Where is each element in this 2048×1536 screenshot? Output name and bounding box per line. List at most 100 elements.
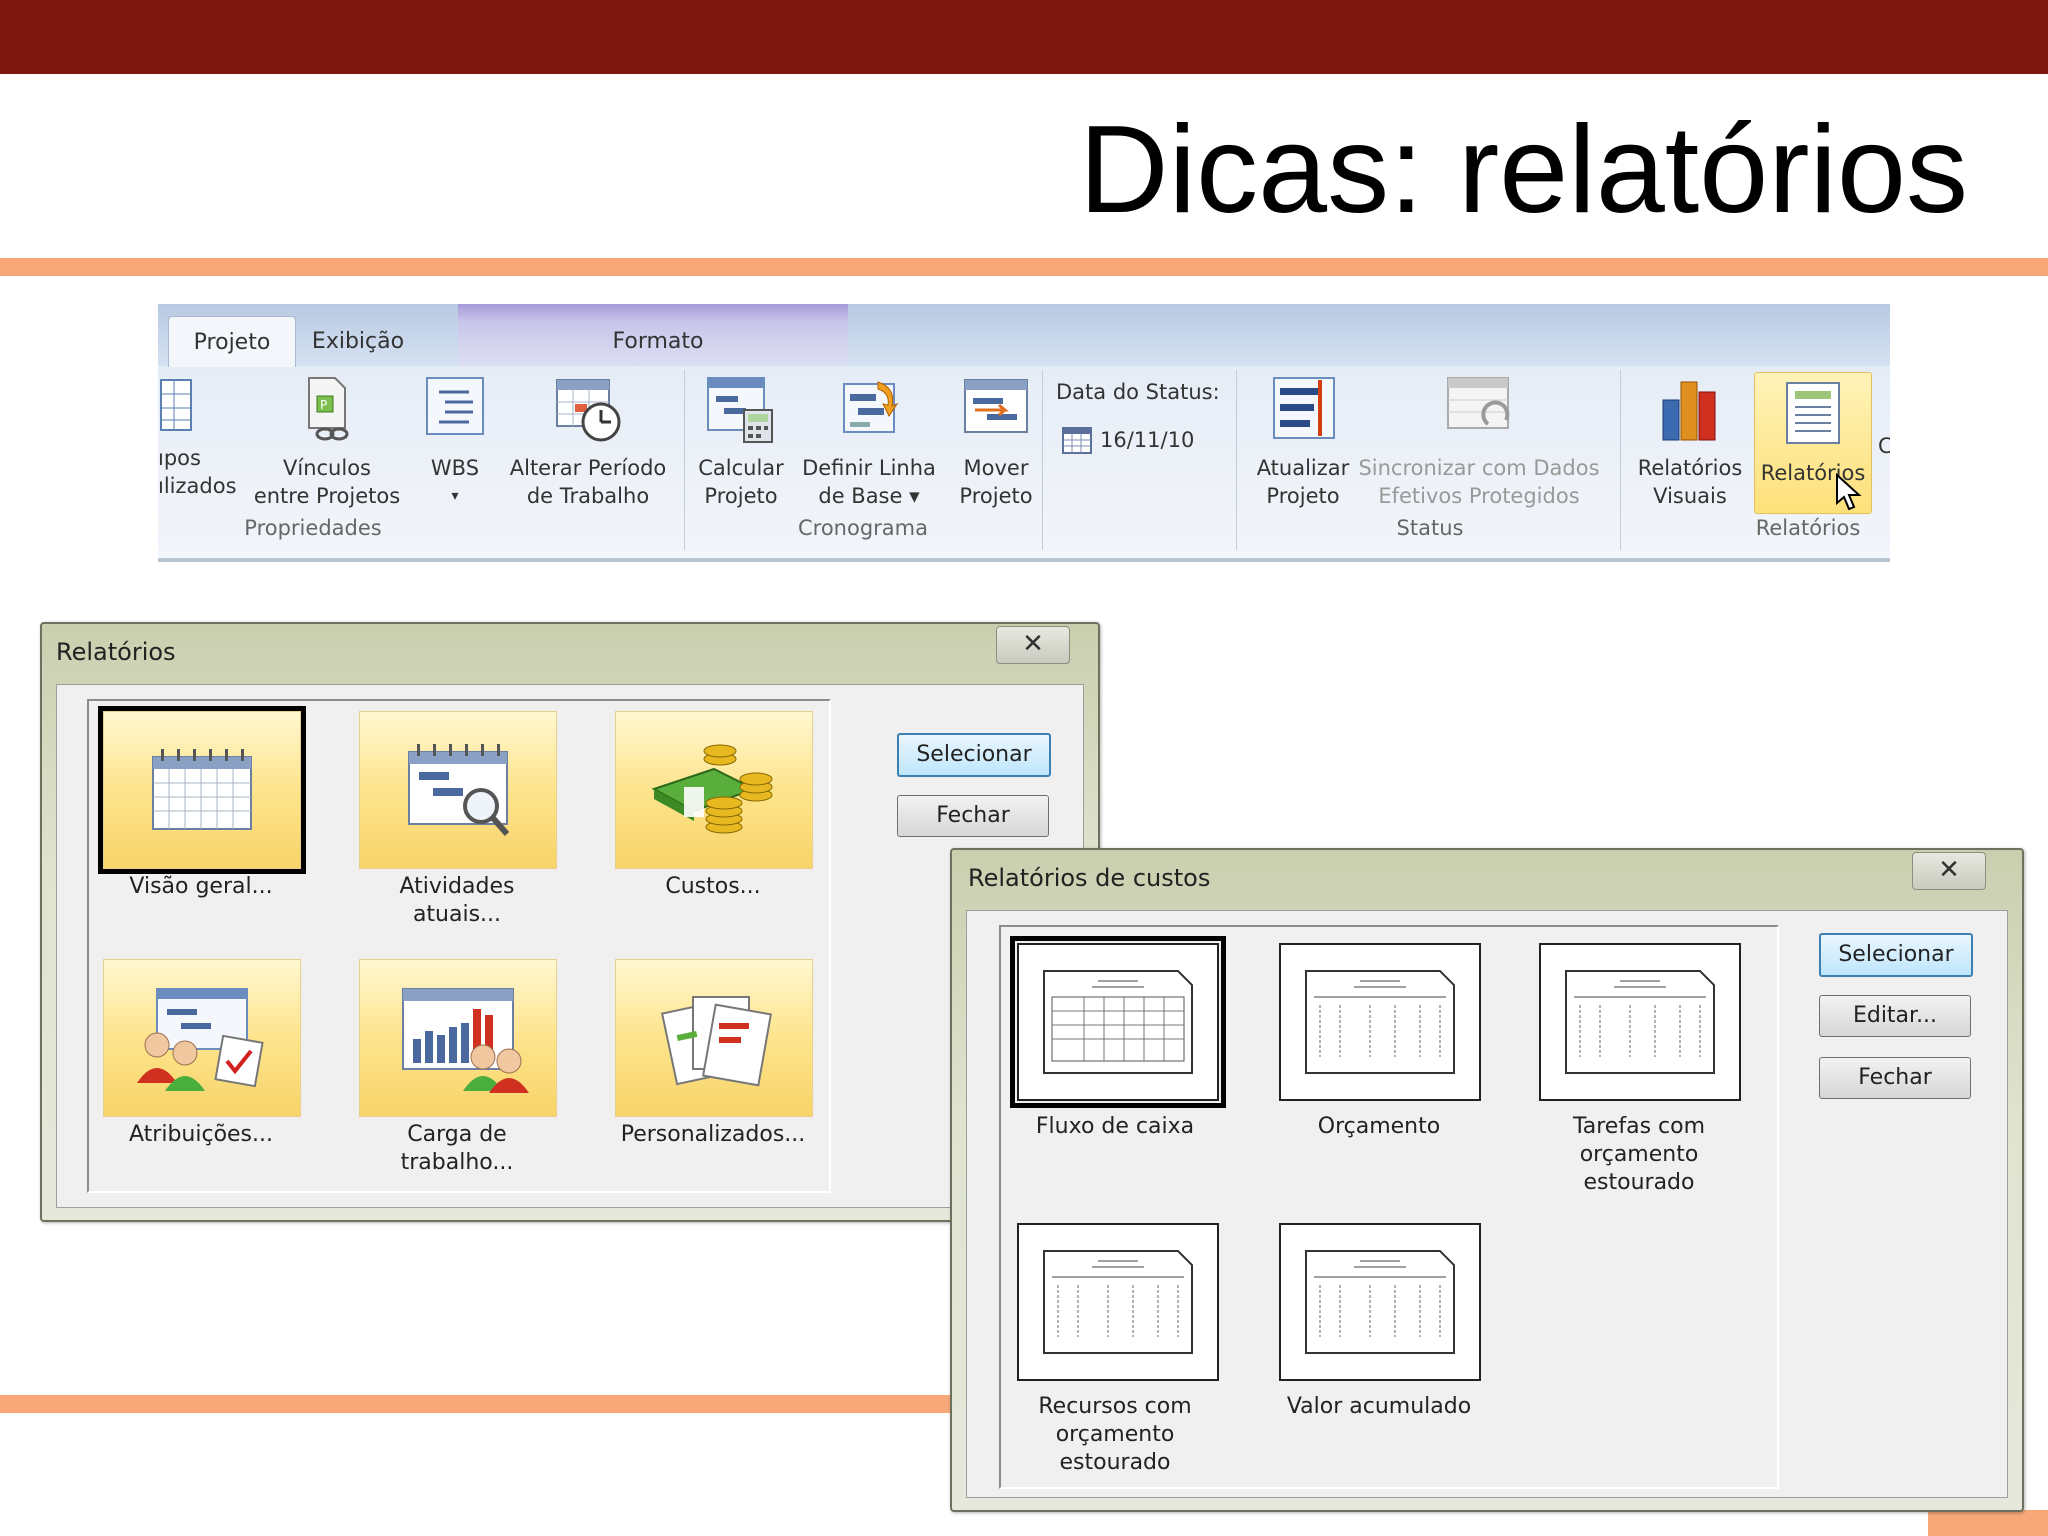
wbs-icon [426,377,484,435]
cost-reports-dialog-close-button[interactable]: ✕ [1912,852,1986,890]
status-date-field[interactable]: 16/11/10 [1062,426,1194,454]
edit-button[interactable]: Editar... [1819,995,1971,1037]
money-icon [651,744,773,834]
report-tile-overview[interactable] [98,706,306,874]
update-project-label-1: Atualizar [1256,456,1350,480]
report-tile-costs[interactable] [615,711,813,869]
report-tile-current-activities-label: Atividades atuais... [337,873,577,929]
assignments-icon [137,988,264,1091]
set-baseline-button[interactable]: Definir Linha de Base ▾ [796,374,942,510]
custom-fields-button[interactable]: ıpos ılizados [158,374,237,500]
custom-fields-label-1: ıpos [158,446,201,470]
select-button[interactable]: Selecionar [1819,933,1973,977]
change-working-time-label-2: de Trabalho [526,484,650,508]
cost-report-list-panel: Fluxo de caixa Orçamento Tarefas com orç… [999,925,1779,1489]
reports-button[interactable]: Relatórios [1754,372,1872,514]
tile-label-line: Fluxo de caixa [1035,1114,1195,1139]
reports-dialog-close-button[interactable]: ✕ [996,626,1070,664]
reports-dialog-title: Relatórios [56,638,176,666]
project-links-button[interactable]: P Vínculos entre Projetos [252,374,402,510]
custom-reports-icon [660,996,772,1087]
wbs-button[interactable]: WBS ▾ [420,374,490,510]
project-links-label-1: Vínculos [283,456,371,480]
tile-label-line: Atividades [399,874,515,899]
cost-report-budget-label: Orçamento [1259,1113,1499,1141]
move-project-label-2: Projeto [959,484,1033,508]
move-project-button[interactable]: Mover Projeto [948,374,1044,510]
report-tile-assignments-label: Atribuições... [81,1121,321,1149]
update-project-icon [1273,377,1335,439]
cost-report-budget[interactable] [1279,943,1481,1101]
wbs-dropdown-arrow[interactable]: ▾ [420,482,490,510]
report-tile-assignments[interactable] [103,959,301,1117]
custom-fields-label-2: ılizados [158,474,237,498]
calendar-icon [1062,427,1092,454]
change-working-time-label-1: Alterar Período [509,456,667,480]
group-label-cronograma: Cronograma [798,516,928,540]
set-baseline-label-2: de Base ▾ [818,484,920,508]
cost-report-cash-flow-label: Fluxo de caixa [995,1113,1235,1141]
group-separator [1042,370,1043,550]
group-separator [684,370,685,550]
overflow-label: C [1878,434,1890,458]
tile-label-line: Orçamento [1317,1114,1441,1139]
select-button[interactable]: Selecionar [897,733,1051,777]
status-date-value: 16/11/10 [1100,428,1195,452]
group-label-propriedades: Propriedades [244,516,382,540]
update-project-label-2: Projeto [1266,484,1340,508]
project-links-icon: P [308,377,349,441]
calendar-icon [152,749,252,830]
group-separator [1236,370,1237,550]
baseline-icon [843,381,899,433]
report-tile-workload-label: Carga de trabalho... [337,1121,577,1177]
change-working-time-button[interactable]: Alterar Período de Trabalho [500,374,676,510]
set-baseline-label-1: Definir Linha [802,456,936,480]
tile-label-line: Valor acumulado [1286,1394,1472,1419]
tile-label-line: Visão geral... [129,874,273,899]
tile-label-line: Carga de [407,1122,507,1147]
cost-reports-dialog: Relatórios de custos ✕ Fluxo de caixa Or… [950,848,2024,1512]
close-button[interactable]: Fechar [1819,1057,1971,1099]
report-preview-icon [1305,1250,1455,1354]
sync-label-2: Efetivos Protegidos [1378,484,1580,508]
report-tile-workload[interactable] [359,959,557,1117]
tile-label-line: orçamento [1579,1142,1699,1167]
svg-text:P: P [320,398,327,412]
report-tile-costs-label: Custos... [593,873,833,901]
accent-corner [1928,1510,2048,1536]
report-tile-custom-label: Personalizados... [593,1121,833,1149]
status-date-label: Data do Status: [1056,380,1220,404]
report-categories-panel: Visão geral... Atividades atuais... Cust… [87,699,831,1193]
cost-report-overbudget-tasks[interactable] [1539,943,1741,1101]
report-preview-icon [1043,970,1193,1074]
tab-exibicao[interactable]: Exibição [298,316,418,366]
accent-line-top [0,258,2048,276]
report-tile-custom[interactable] [615,959,813,1117]
tab-formato[interactable]: Formato [538,316,778,366]
sync-protected-actuals-button: Sincronizar com Dados Efetivos Protegido… [1356,374,1602,510]
report-preview-icon [1043,1250,1193,1354]
cost-report-cash-flow[interactable] [1010,936,1226,1108]
group-separator [1620,370,1621,550]
visual-reports-button[interactable]: Relatórios Visuais [1634,374,1746,510]
visual-reports-label-2: Visuais [1653,484,1727,508]
calculate-project-label-1: Calcular [698,456,784,480]
reports-dialog-body: Visão geral... Atividades atuais... Cust… [56,684,1084,1208]
report-preview-icon [1305,970,1455,1074]
cost-report-overbudget-resources[interactable] [1017,1223,1219,1381]
update-project-button[interactable]: Atualizar Projeto [1248,374,1358,510]
cost-report-earned-value[interactable] [1279,1223,1481,1381]
cost-reports-dialog-title: Relatórios de custos [968,864,1211,892]
project-ribbon: Projeto Exibição Formato ıpos ılizados P… [158,304,1890,562]
tab-projeto[interactable]: Projeto [168,316,296,367]
report-tile-current-activities[interactable] [359,711,557,869]
tile-label-line: Personalizados... [620,1122,806,1147]
cost-report-overbudget-tasks-label: Tarefas com orçamento estourado [1519,1113,1759,1197]
calculate-project-button[interactable]: Calcular Projeto [696,374,786,510]
move-project-icon [964,379,1028,433]
tile-label-line: Tarefas com [1572,1114,1706,1139]
move-project-label-1: Mover [963,456,1029,480]
calculate-project-label-2: Projeto [704,484,778,508]
close-button[interactable]: Fechar [897,795,1049,837]
group-label-status: Status [1396,516,1464,540]
